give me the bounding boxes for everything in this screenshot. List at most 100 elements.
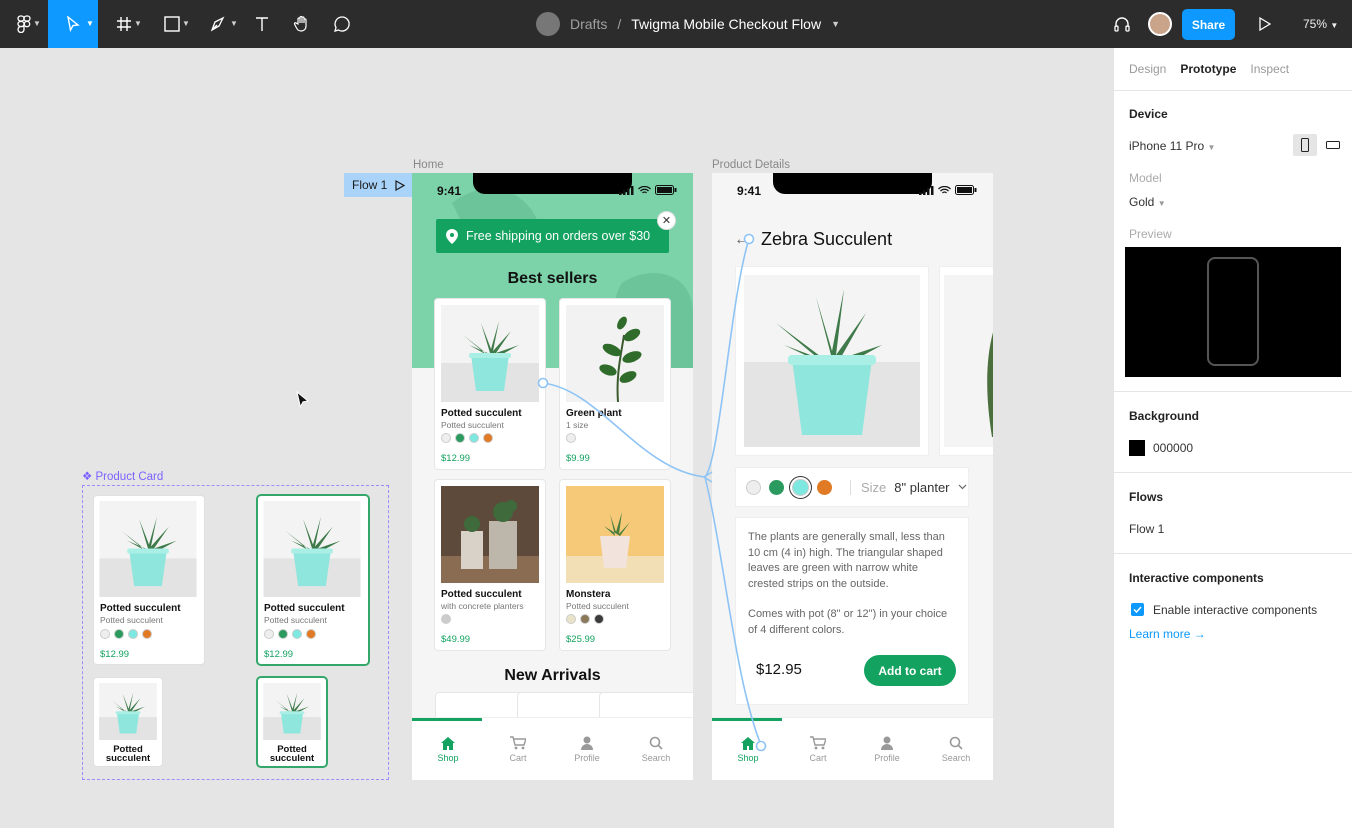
swatch-charcoal[interactable] <box>594 614 604 624</box>
properties-panel: Design Prototype Inspect Device iPhone 1… <box>1113 48 1352 828</box>
swatch-light-gray[interactable] <box>746 479 761 495</box>
hand-tool-button[interactable] <box>288 0 316 48</box>
tab-design[interactable]: Design <box>1129 62 1166 76</box>
product-subtitle: Potted succulent <box>100 615 163 625</box>
file-name[interactable]: Twigma Mobile Checkout Flow <box>631 16 821 32</box>
component-variant-selected[interactable]: Potted succulent Potted succulent $12.99 <box>258 496 368 664</box>
product-hero-image[interactable] <box>736 267 928 455</box>
team-avatar[interactable] <box>536 12 560 36</box>
chevron-down-icon: ▼ <box>33 19 41 28</box>
tab-cart[interactable]: Cart <box>483 718 553 780</box>
zoom-dropdown[interactable]: 75% ▼ <box>1303 17 1338 31</box>
tab-search[interactable]: Search <box>921 718 991 780</box>
component-variant[interactable]: Potted succulent Potted succulent $12.99 <box>94 496 204 664</box>
cart-icon <box>510 736 526 750</box>
device-value: iPhone 11 Pro <box>1129 139 1205 153</box>
tab-inspect[interactable]: Inspect <box>1250 62 1289 76</box>
tab-cart[interactable]: Cart <box>783 718 853 780</box>
swatch-green[interactable] <box>114 629 124 639</box>
flow-item[interactable]: Flow 1 <box>1129 522 1164 536</box>
tab-prototype[interactable]: Prototype <box>1180 62 1236 76</box>
swatch-orange[interactable] <box>817 479 832 495</box>
share-button[interactable]: Share <box>1182 9 1235 40</box>
swatch-light-gray[interactable] <box>264 629 274 639</box>
background-swatch[interactable] <box>1129 440 1145 456</box>
move-tool-button[interactable]: ▼ <box>48 0 98 48</box>
swatch-orange[interactable] <box>306 629 316 639</box>
present-button[interactable] <box>1254 0 1276 48</box>
learn-more-link[interactable]: Learn more → <box>1129 627 1206 641</box>
swatch-green[interactable] <box>769 479 784 495</box>
product-name: Potted succulent <box>441 408 522 419</box>
landscape-button[interactable] <box>1321 134 1345 156</box>
flows-heading: Flows <box>1129 490 1164 504</box>
component-set-label[interactable]: ❖ Product Card <box>82 469 163 483</box>
interactive-checkbox[interactable] <box>1131 603 1144 616</box>
product-card[interactable]: Potted succulent Potted succulent $12.99 <box>435 299 545 469</box>
main-menu-button[interactable]: ▼ <box>0 0 48 48</box>
swatch-gray[interactable] <box>441 614 451 624</box>
tab-profile[interactable]: Profile <box>852 718 922 780</box>
chevron-down-icon[interactable] <box>958 484 967 490</box>
breadcrumb-drafts[interactable]: Drafts <box>570 16 607 32</box>
flow-start-tag[interactable]: Flow 1 <box>344 173 412 197</box>
swatch-brown[interactable] <box>580 614 590 624</box>
swatch-cream[interactable] <box>566 614 576 624</box>
component-variant-small-selected[interactable]: Potted succulent <box>258 678 326 766</box>
swatch-light-gray[interactable] <box>566 433 576 443</box>
audio-button[interactable] <box>1110 0 1134 48</box>
interactive-checkbox-label[interactable]: Enable interactive components <box>1153 603 1317 617</box>
promo-banner[interactable]: Free shipping on orders over $30 <box>436 219 669 253</box>
chevron-down-icon: ▼ <box>86 19 94 28</box>
home-frame[interactable]: 9:41 Free shipping on orders over $30 ✕ … <box>412 173 693 780</box>
tab-shop[interactable]: Shop <box>713 718 783 780</box>
comment-tool-button[interactable] <box>328 0 356 48</box>
size-select[interactable]: 8" planter <box>894 480 949 495</box>
portrait-button[interactable] <box>1293 134 1317 156</box>
shape-tool-button[interactable]: ▼ <box>152 0 192 48</box>
battery-icon <box>955 185 977 195</box>
tab-search[interactable]: Search <box>621 718 691 780</box>
swatch-orange[interactable] <box>483 433 493 443</box>
swatch-light-gray[interactable] <box>100 629 110 639</box>
pen-tool-button[interactable]: ▼ <box>198 0 240 48</box>
tab-label: Cart <box>509 753 527 763</box>
swatch-green[interactable] <box>455 433 465 443</box>
swatch-green[interactable] <box>278 629 288 639</box>
back-button[interactable]: ← <box>734 231 750 249</box>
text-tool-button[interactable] <box>248 0 276 48</box>
close-banner-button[interactable]: ✕ <box>657 211 676 230</box>
background-hex[interactable]: 000000 <box>1153 441 1193 455</box>
tab-profile[interactable]: Profile <box>552 718 622 780</box>
component-variant-small[interactable]: Potted succulent <box>94 678 162 766</box>
swatch-mint[interactable] <box>469 433 479 443</box>
swatch-light-gray[interactable] <box>441 433 451 443</box>
flow-name: Flow 1 <box>352 178 388 192</box>
frame-label-details[interactable]: Product Details <box>712 159 790 171</box>
product-card[interactable]: Potted succulent with concrete planters … <box>435 480 545 650</box>
product-name: Potted succulent <box>269 744 315 764</box>
signal-icon <box>919 185 934 195</box>
wifi-icon <box>638 185 651 193</box>
product-subtitle: Potted succulent <box>566 601 629 611</box>
swatch-orange[interactable] <box>142 629 152 639</box>
swatch-mint-selected[interactable] <box>792 478 809 496</box>
product-price: $49.99 <box>441 634 471 645</box>
product-alt-image[interactable] <box>940 267 993 455</box>
frame-label-home[interactable]: Home <box>413 159 444 171</box>
swatch-mint[interactable] <box>128 629 138 639</box>
swatch-mint[interactable] <box>292 629 302 639</box>
chevron-down-icon[interactable]: ▼ <box>831 19 840 29</box>
product-card[interactable]: Monstera Potted succulent $25.99 <box>560 480 670 650</box>
device-dropdown[interactable]: iPhone 11 Pro ▼ <box>1129 139 1215 153</box>
product-card[interactable]: Green plant 1 size $9.99 <box>560 299 670 469</box>
tab-label: Shop <box>737 752 759 763</box>
product-details-frame[interactable]: 9:41 ← Zebra Succulent Size 8" planter T… <box>712 173 993 780</box>
tab-shop[interactable]: Shop <box>413 718 483 780</box>
tab-label: Cart <box>809 753 827 763</box>
frame-tool-button[interactable]: ▼ <box>104 0 144 48</box>
tab-bar: Shop Cart Profile Search <box>412 717 693 780</box>
add-to-cart-button[interactable]: Add to cart <box>864 655 956 686</box>
user-avatar[interactable] <box>1147 0 1173 48</box>
model-dropdown[interactable]: Gold ▼ <box>1129 195 1166 209</box>
